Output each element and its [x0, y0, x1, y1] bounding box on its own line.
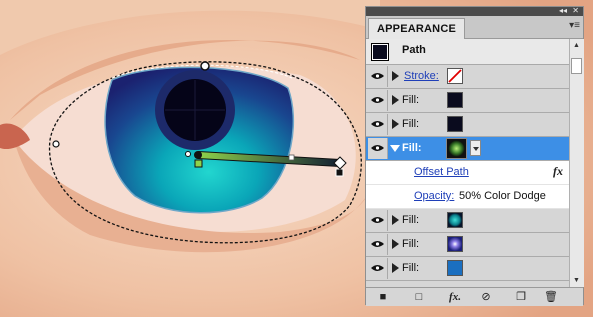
object-thumbnail	[371, 43, 389, 61]
appearance-row-fill-selected[interactable]: Fill:	[366, 137, 569, 161]
gradient-origin-handle[interactable]	[194, 151, 202, 159]
scrollbar-thumb[interactable]	[571, 58, 582, 74]
fill-label: Fill:	[402, 118, 420, 130]
collapse-triangle-icon[interactable]	[390, 145, 400, 152]
gradient-stop-end[interactable]	[335, 168, 344, 177]
scroll-down-icon[interactable]: ▼	[573, 277, 580, 284]
fx-icon[interactable]: fx	[553, 164, 563, 179]
stroke-none-swatch[interactable]	[447, 68, 463, 84]
opacity-link[interactable]: Opacity:	[414, 190, 454, 202]
anchor-point-top[interactable]	[200, 61, 210, 71]
tab-appearance[interactable]: APPEARANCE	[368, 18, 466, 39]
object-header: Path	[366, 39, 569, 65]
gradient-origin-ring[interactable]	[185, 151, 191, 157]
add-new-effect-icon[interactable]: fx.	[444, 290, 466, 304]
fill-swatch-radial-violet[interactable]	[447, 236, 463, 252]
panel-footer-toolbar: ■ □ fx. ⊘ ❐ 🗑	[366, 287, 583, 306]
visibility-eye-icon[interactable]	[368, 210, 388, 231]
appearance-row-stroke[interactable]: Stroke:	[366, 65, 569, 89]
scroll-up-icon[interactable]: ▲	[573, 42, 580, 49]
expand-triangle-icon[interactable]	[392, 215, 399, 225]
panel-menu-icon[interactable]: ▾≡	[569, 20, 580, 31]
appearance-row-fill-2[interactable]: Fill:	[366, 113, 569, 137]
offset-path-link[interactable]: Offset Path	[414, 166, 469, 178]
appearance-row-fill-teal[interactable]: Fill:	[366, 209, 569, 233]
fill-label: Fill:	[402, 142, 422, 154]
appearance-row-opacity[interactable]: Opacity: 50% Color Dodge	[366, 185, 569, 209]
expand-triangle-icon[interactable]	[392, 239, 399, 249]
collapse-panel-icon[interactable]: ◂◂	[559, 6, 567, 16]
appearance-row-effect[interactable]: Offset Path fx	[366, 161, 569, 185]
fill-swatch[interactable]	[447, 116, 463, 132]
fill-swatch[interactable]	[447, 92, 463, 108]
fill-label: Fill:	[402, 238, 420, 250]
fill-label: Fill:	[402, 214, 420, 226]
duplicate-item-icon[interactable]: ❐	[514, 290, 528, 304]
appearance-panel: ◂◂ ✕ APPEARANCE ▾≡ Path Stroke: Fill: Fi…	[365, 6, 584, 306]
object-title: Path	[402, 44, 426, 56]
delete-item-icon[interactable]: 🗑	[544, 290, 558, 304]
fill-label: Fill:	[402, 262, 420, 274]
visibility-eye-icon[interactable]	[368, 90, 388, 111]
add-new-stroke-icon[interactable]: ■	[376, 290, 390, 304]
expand-triangle-icon[interactable]	[392, 71, 399, 81]
appearance-row-fill-blue[interactable]: Fill:	[366, 257, 569, 281]
fill-swatch-radial-teal[interactable]	[447, 212, 463, 228]
panel-tab-bar: APPEARANCE ▾≡	[366, 16, 583, 39]
visibility-eye-icon[interactable]	[368, 66, 388, 87]
fill-swatch-radial-green[interactable]	[446, 138, 467, 159]
stroke-label[interactable]: Stroke:	[404, 70, 439, 82]
fill-swatch[interactable]	[447, 260, 463, 276]
opacity-value: 50% Color Dodge	[459, 190, 546, 202]
panel-title-strip[interactable]: ◂◂ ✕	[366, 6, 583, 16]
expand-triangle-icon[interactable]	[392, 119, 399, 129]
fill-label: Fill:	[402, 94, 420, 106]
appearance-row-fill-violet[interactable]: Fill:	[366, 233, 569, 257]
gradient-stop-start[interactable]	[194, 159, 203, 168]
appearance-rows: Stroke: Fill: Fill: Fill: Offset Path fx…	[366, 65, 569, 281]
visibility-eye-icon[interactable]	[368, 138, 388, 159]
visibility-eye-icon[interactable]	[368, 234, 388, 255]
anchor-point-left[interactable]	[52, 140, 60, 148]
appearance-row-fill-1[interactable]: Fill:	[366, 89, 569, 113]
swatch-dropdown-button[interactable]	[470, 140, 481, 156]
panel-scrollbar[interactable]: ▲ ▼	[569, 39, 584, 287]
close-panel-icon[interactable]: ✕	[572, 6, 579, 16]
clear-appearance-icon[interactable]: ⊘	[479, 290, 493, 304]
visibility-eye-icon[interactable]	[368, 114, 388, 135]
expand-triangle-icon[interactable]	[392, 95, 399, 105]
gradient-midpoint[interactable]	[288, 154, 295, 161]
add-new-fill-icon[interactable]: □	[412, 290, 426, 304]
visibility-eye-icon[interactable]	[368, 258, 388, 279]
expand-triangle-icon[interactable]	[392, 263, 399, 273]
